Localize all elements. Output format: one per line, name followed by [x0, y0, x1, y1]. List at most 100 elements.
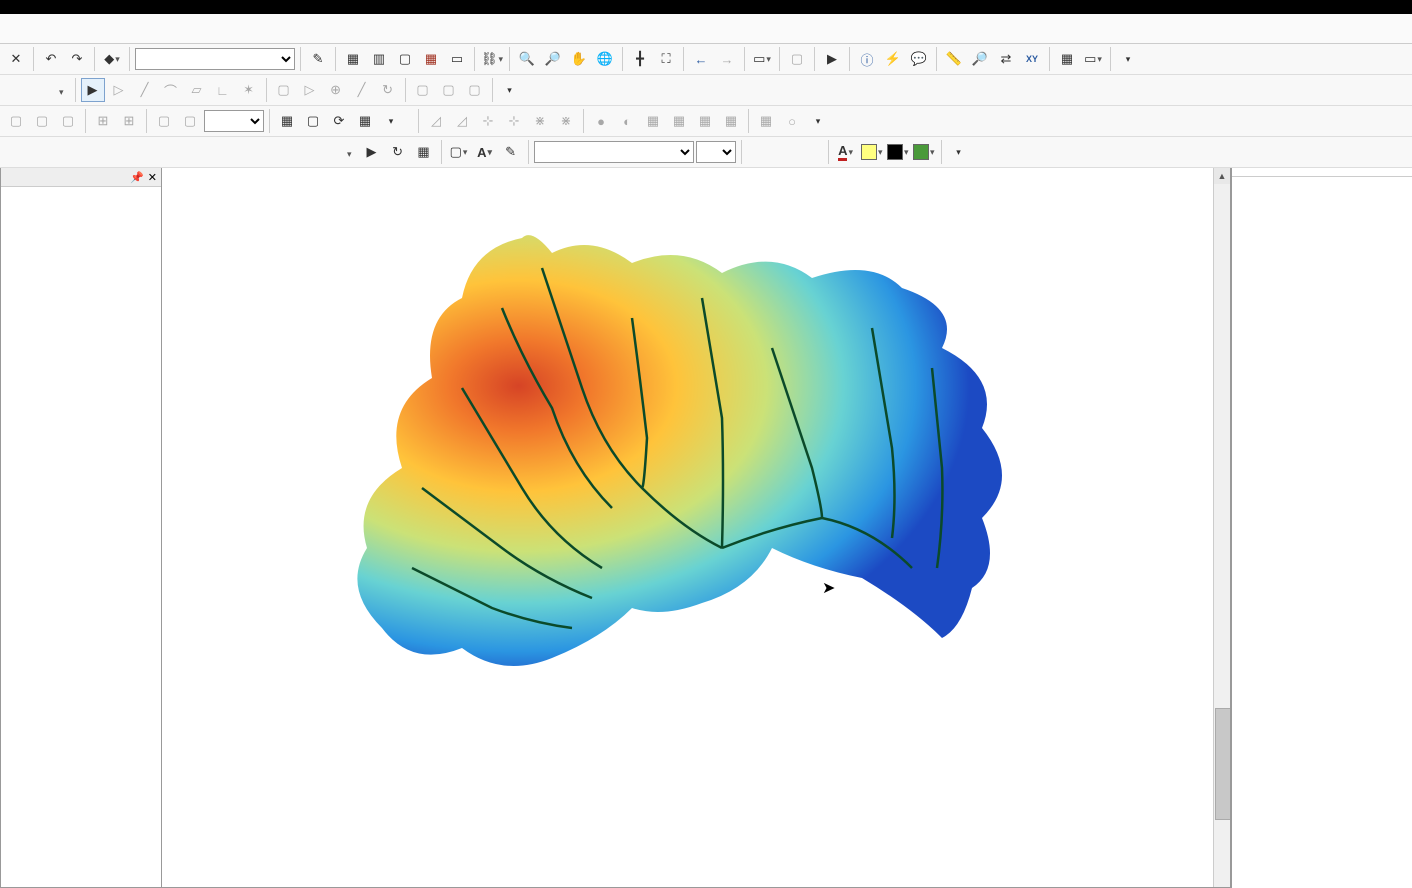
bold-button[interactable] [747, 140, 771, 164]
clear-selection-button[interactable]: ▢ [785, 47, 809, 71]
rotate-tool: ↻ [376, 78, 400, 102]
select-elements-button[interactable]: ▶ [820, 47, 844, 71]
catalog-button[interactable]: ▥ [367, 47, 391, 71]
cut-polygons: ▢ [463, 78, 487, 102]
georef-tool1: ◿ [424, 109, 448, 133]
italic-button[interactable] [773, 140, 797, 164]
arctoolbox-button[interactable]: ▦ [419, 47, 443, 71]
toggle-draft-mode[interactable]: ▦ [275, 109, 299, 133]
map-layer-raster [322, 208, 1122, 708]
draw-toolbar: ▶ ↻ ▦ ▢ A ✎ A ▾ [0, 137, 1412, 168]
redo-button[interactable]: ↷ [65, 47, 89, 71]
font-family-combo[interactable] [534, 141, 694, 163]
font-size-combo[interactable] [696, 141, 736, 163]
georef-tool12: ▦ [719, 109, 743, 133]
edit-tool[interactable]: ▶ [81, 78, 105, 102]
create-viewer-button[interactable]: ▭ [1081, 47, 1105, 71]
find-route-button[interactable]: ⇄ [994, 47, 1018, 71]
toolbar-options-icon[interactable]: ▾ [806, 109, 830, 133]
arctoolbox-title [1232, 168, 1412, 177]
underline-button[interactable] [799, 140, 823, 164]
menu-insert[interactable] [22, 26, 42, 32]
layout-zoom-out: ▢ [30, 109, 54, 133]
marker-color-picker[interactable] [912, 140, 936, 164]
pin-icon[interactable]: 📌 [130, 171, 144, 184]
new-rectangle[interactable]: ▢ [447, 140, 471, 164]
layout-pan: ▢ [56, 109, 80, 133]
select-elements-tool[interactable]: ▶ [360, 140, 384, 164]
menu-bookmarks[interactable] [2, 26, 22, 32]
select-features-button[interactable]: ▭ [750, 47, 774, 71]
direction-distance: ⊕ [324, 78, 348, 102]
editor-toolbar-button[interactable]: ✎ [306, 47, 330, 71]
fill-color-picker[interactable] [860, 140, 884, 164]
georef-tool9: ▦ [641, 109, 665, 133]
fixed-zoom-in-button[interactable]: ╋ [628, 47, 652, 71]
hyperlink-button[interactable]: ⚡ [881, 47, 905, 71]
toc-button[interactable]: ▦ [341, 47, 365, 71]
full-extent-button[interactable]: 🌐 [593, 47, 617, 71]
georef-tool7: ● [589, 109, 613, 133]
scroll-up-arrow[interactable]: ▲ [1214, 168, 1230, 184]
rotate-tool[interactable]: ↻ [386, 140, 410, 164]
toolbar-options-icon[interactable]: ▾ [1116, 47, 1140, 71]
table-of-contents-panel: 📌 ✕ [0, 168, 162, 888]
georef-tool10: ▦ [667, 109, 691, 133]
editor-menu[interactable] [52, 83, 70, 98]
straight-segment: ╱ [133, 78, 157, 102]
find-button[interactable]: 🔎 [968, 47, 992, 71]
go-back: ▢ [152, 109, 176, 133]
pan-button[interactable]: ✋ [567, 47, 591, 71]
data-driven-pages[interactable]: ▦ [353, 109, 377, 133]
zoom-to-selected[interactable]: ▦ [412, 140, 436, 164]
map-canvas[interactable]: ➤ ▲ [162, 168, 1231, 888]
time-slider-button[interactable]: ▦ [1055, 47, 1079, 71]
focus-data-frame[interactable]: ▢ [301, 109, 325, 133]
standard-toolbar: ✕ ↶ ↷ ◆ ✎ ▦ ▥ ▢ ▦ ▭ ⛓ 🔍 🔎 ✋ 🌐 ╋ ⛶ ← → ▭ … [0, 44, 1412, 75]
html-popup-button[interactable]: 💬 [907, 47, 931, 71]
edit-annotation-tool: ▷ [107, 78, 131, 102]
change-layout[interactable]: ⟳ [327, 109, 351, 133]
python-window-button[interactable]: ▭ [445, 47, 469, 71]
toolbar-options-icon[interactable]: ▾ [947, 140, 971, 164]
undo-button[interactable]: ↶ [39, 47, 63, 71]
vertical-scrollbar[interactable]: ▲ [1213, 168, 1230, 887]
add-data-button[interactable]: ◆ [100, 47, 124, 71]
new-text[interactable]: A [473, 140, 497, 164]
georef-tool8: ◐ [615, 109, 639, 133]
reshape-tool: ▢ [437, 78, 461, 102]
trace-tool: ▱ [185, 78, 209, 102]
menu-select[interactable] [42, 26, 62, 32]
layout-zoom-combo[interactable] [204, 110, 264, 132]
menu-help[interactable] [122, 26, 142, 32]
map-scale-combo[interactable] [135, 48, 295, 70]
right-angle: ∟ [211, 78, 235, 102]
measure-button[interactable]: 📏 [942, 47, 966, 71]
search-window-button[interactable]: ▢ [393, 47, 417, 71]
model-builder-button[interactable]: ⛓ [480, 47, 504, 71]
toolbar-options-icon[interactable]: ▾ [498, 78, 522, 102]
go-forward: ▢ [178, 109, 202, 133]
menu-window[interactable] [102, 26, 122, 32]
toolbar-options-icon[interactable]: ▾ [379, 109, 403, 133]
close-icon[interactable]: ✕ [148, 171, 157, 184]
delete-button[interactable]: ✕ [4, 47, 28, 71]
menu-customize[interactable] [82, 26, 102, 32]
edit-vertices[interactable]: ✎ [499, 140, 523, 164]
back-extent-button[interactable]: ← [689, 47, 713, 71]
identify-button[interactable]: ⓘ [855, 47, 879, 71]
toolbox-tree[interactable] [1232, 177, 1412, 888]
arc-segment: ⌒ [159, 78, 183, 102]
georef-tool14: ○ [780, 109, 804, 133]
menu-geoprocessing[interactable] [62, 26, 82, 32]
line-color-picker[interactable] [886, 140, 910, 164]
fixed-zoom-out-button[interactable]: ⛶ [654, 47, 678, 71]
arctoolbox-panel [1231, 168, 1412, 888]
draw-menu[interactable] [340, 145, 358, 160]
zoom-out-button[interactable]: 🔎 [541, 47, 565, 71]
go-to-xy-button[interactable]: XY [1020, 47, 1044, 71]
forward-extent-button[interactable]: → [715, 47, 739, 71]
zoom-in-button[interactable]: 🔍 [515, 47, 539, 71]
scroll-thumb[interactable] [1215, 708, 1231, 820]
font-color-picker[interactable]: A [834, 140, 858, 164]
